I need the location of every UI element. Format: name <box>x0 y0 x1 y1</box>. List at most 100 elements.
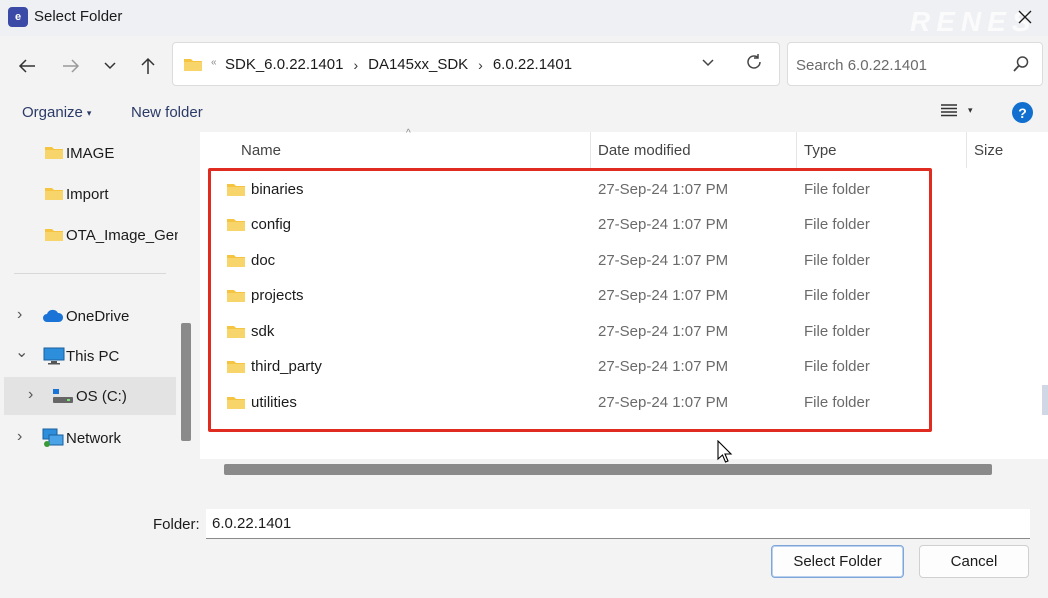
app-icon: e <box>8 7 28 27</box>
caret-down-icon: ▾ <box>86 107 92 118</box>
file-type: File folder <box>804 216 870 233</box>
folder-icon <box>44 226 64 246</box>
title-bar: e Select Folder RENES <box>0 0 1048 37</box>
address-bar[interactable]: « SDK_6.0.22.1401 › DA145xx_SDK › 6.0.22… <box>172 42 780 86</box>
back-arrow-icon <box>18 59 35 73</box>
recent-locations-button[interactable] <box>96 52 124 80</box>
breadcrumb-item[interactable]: 6.0.22.1401 <box>493 56 572 73</box>
table-row[interactable]: doc 27-Sep-24 1:07 PM File folder <box>220 245 930 277</box>
folder-icon <box>226 216 246 236</box>
sidebar-item-os-c[interactable]: › OS (C:) <box>4 377 176 415</box>
up-button[interactable] <box>134 52 162 80</box>
help-icon: ? <box>1018 104 1027 121</box>
column-divider[interactable] <box>796 132 797 168</box>
table-row[interactable]: projects 27-Sep-24 1:07 PM File folder <box>220 280 930 312</box>
address-dropdown-button[interactable] <box>701 55 715 72</box>
column-header-name[interactable]: Name <box>241 142 281 159</box>
sidebar-item-onedrive[interactable]: › OneDrive <box>0 301 178 331</box>
close-icon <box>1018 10 1032 24</box>
search-input[interactable] <box>796 54 1006 76</box>
search-box[interactable] <box>787 42 1043 86</box>
back-button[interactable] <box>13 52 41 80</box>
breadcrumb: SDK_6.0.22.1401 › DA145xx_SDK › 6.0.22.1… <box>225 56 572 73</box>
organize-label: Organize <box>22 104 83 121</box>
table-row[interactable]: config 27-Sep-24 1:07 PM File folder <box>220 209 930 241</box>
sort-ascending-icon: ^ <box>406 128 411 139</box>
table-row[interactable]: sdk 27-Sep-24 1:07 PM File folder <box>220 316 930 348</box>
file-name: third_party <box>251 358 322 375</box>
file-name: sdk <box>251 323 275 340</box>
sidebar-scrollbar-thumb[interactable] <box>181 323 191 441</box>
file-list: ^ Name Date modified Type Size binaries … <box>200 128 1048 480</box>
file-type: File folder <box>804 323 870 340</box>
sidebar-item-ota-image-gen[interactable]: OTA_Image_Gen <box>0 220 182 250</box>
sidebar-item-label: Network <box>66 430 122 447</box>
file-date: 27-Sep-24 1:07 PM <box>598 394 729 411</box>
horizontal-scrollbar-thumb[interactable] <box>224 464 992 475</box>
file-name: projects <box>251 287 304 304</box>
caret-down-icon: ▾ <box>968 104 973 115</box>
sidebar-item-this-pc[interactable]: ⌄ This PC <box>0 341 178 371</box>
help-button[interactable]: ? <box>1012 102 1033 123</box>
folder-icon <box>44 144 64 164</box>
breadcrumb-separator-icon[interactable]: › <box>478 57 483 73</box>
table-row[interactable]: binaries 27-Sep-24 1:07 PM File folder <box>220 174 930 206</box>
sidebar-divider <box>14 273 166 274</box>
expand-chevron-icon[interactable]: › <box>17 428 22 446</box>
folder-icon <box>226 358 246 378</box>
column-header-type[interactable]: Type <box>804 142 837 159</box>
sidebar-item-label: IMAGE <box>66 145 115 162</box>
forward-arrow-icon <box>63 59 80 73</box>
file-name: binaries <box>251 181 304 198</box>
sidebar-item-label: OneDrive <box>66 308 130 325</box>
file-date: 27-Sep-24 1:07 PM <box>598 323 729 340</box>
file-name: doc <box>251 252 276 269</box>
breadcrumb-item[interactable]: SDK_6.0.22.1401 <box>225 56 343 73</box>
navigation-bar: « SDK_6.0.22.1401 › DA145xx_SDK › 6.0.22… <box>0 36 1048 94</box>
folder-icon <box>226 181 246 201</box>
file-date: 27-Sep-24 1:07 PM <box>598 358 729 375</box>
window-title: Select Folder <box>34 8 123 25</box>
cloud-icon <box>42 309 64 327</box>
table-row[interactable]: utilities 27-Sep-24 1:07 PM File folder <box>220 387 930 419</box>
column-header-date-modified[interactable]: Date modified <box>598 142 691 159</box>
chevron-down-icon <box>702 59 714 67</box>
file-type: File folder <box>804 358 870 375</box>
file-date: 27-Sep-24 1:07 PM <box>598 252 729 269</box>
file-name: utilities <box>251 394 297 411</box>
refresh-button[interactable] <box>745 53 763 75</box>
column-header-size[interactable]: Size <box>974 142 1003 159</box>
file-date: 27-Sep-24 1:07 PM <box>598 181 729 198</box>
new-folder-button[interactable]: New folder <box>131 104 203 121</box>
table-row[interactable]: third_party 27-Sep-24 1:07 PM File folde… <box>220 351 930 383</box>
pc-icon <box>43 347 65 369</box>
folder-name-field[interactable] <box>206 509 1030 539</box>
folder-icon <box>226 252 246 272</box>
refresh-icon <box>747 54 761 69</box>
file-type: File folder <box>804 287 870 304</box>
folder-icon <box>226 323 246 343</box>
expand-chevron-icon[interactable]: › <box>17 306 22 324</box>
column-divider[interactable] <box>966 132 967 168</box>
close-button[interactable] <box>1010 4 1040 30</box>
sidebar-item-label: OS (C:) <box>76 388 127 405</box>
folder-icon <box>44 185 64 205</box>
forward-button[interactable] <box>57 52 85 80</box>
collapse-chevron-icon[interactable]: ⌄ <box>15 342 28 362</box>
breadcrumb-separator-icon[interactable]: › <box>353 57 358 73</box>
search-icon[interactable] <box>1012 55 1030 77</box>
organize-button[interactable]: Organize ▾ <box>22 104 91 121</box>
select-folder-button[interactable]: Select Folder <box>771 545 904 578</box>
overflow-chevron-icon[interactable]: « <box>211 57 217 68</box>
file-date: 27-Sep-24 1:07 PM <box>598 216 729 233</box>
breadcrumb-item[interactable]: DA145xx_SDK <box>368 56 468 73</box>
view-options-button[interactable]: ▾ <box>940 103 973 117</box>
sidebar-item-import[interactable]: Import <box>0 179 178 209</box>
column-divider[interactable] <box>590 132 591 168</box>
sidebar-item-image[interactable]: IMAGE <box>0 138 178 168</box>
list-view-icon <box>941 104 957 117</box>
sidebar-item-network[interactable]: › Network <box>0 423 178 453</box>
expand-chevron-icon[interactable]: › <box>28 386 33 404</box>
file-type: File folder <box>804 181 870 198</box>
cancel-button[interactable]: Cancel <box>919 545 1029 578</box>
